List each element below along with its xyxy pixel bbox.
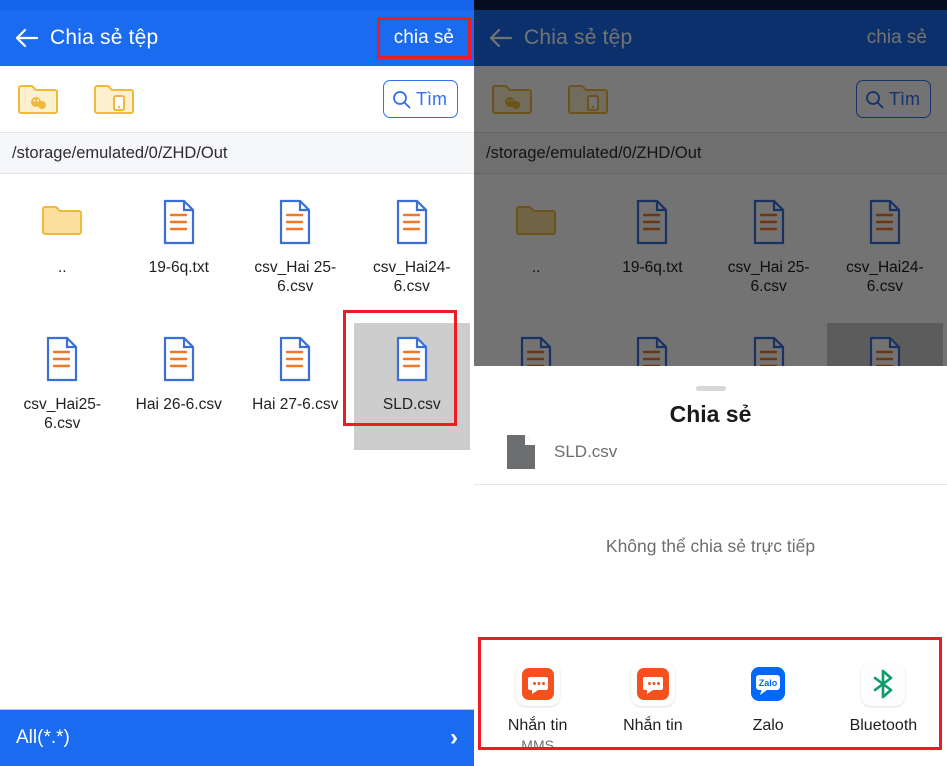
share-target-messaging[interactable]: Nhắn tin [595, 662, 710, 766]
document-icon [631, 198, 673, 246]
app-bar: Chia sẻ tệp chia sẻ [474, 10, 947, 66]
share-target-list: Nhắn tin MMS Nhắn tin Zalo Zalo Bluetoot… [474, 648, 947, 766]
file-item[interactable]: csv_Hai 25-6.csv [711, 186, 827, 313]
search-button-label: Tìm [416, 88, 447, 109]
arrow-left-icon[interactable] [488, 25, 514, 51]
right-screen: Chia sẻ tệp chia sẻ Tìm /storage/emulate… [474, 0, 947, 766]
folder-chat-icon[interactable] [16, 79, 60, 119]
share-bottom-sheet: Chia sẻ SLD.csv Không thể chia sẻ trực t… [474, 366, 947, 766]
arrow-left-icon[interactable] [14, 25, 40, 51]
file-item[interactable]: Hai 26-6.csv [121, 323, 238, 450]
file-item-selected[interactable]: SLD.csv [353, 322, 470, 450]
document-icon [158, 198, 200, 246]
share-action-button[interactable]: chia sẻ [388, 23, 460, 53]
file-item[interactable]: csv_Hai24-6.csv [827, 186, 943, 313]
share-target-bluetooth[interactable]: Bluetooth [826, 662, 941, 766]
file-type-filter-bar[interactable]: All(*.*) › [0, 709, 474, 766]
search-button-label: Tìm [889, 88, 920, 109]
file-item[interactable]: csv_Hai 25-6.csv [237, 186, 354, 313]
file-label: Hai 26-6.csv [135, 395, 222, 413]
document-icon [864, 198, 906, 246]
screenshot-root: Chia sẻ tệp chia sẻ Tìm /storage/emulate… [0, 0, 947, 766]
file-label: .. [531, 259, 541, 276]
file-item-folder-up[interactable]: .. [4, 186, 121, 313]
file-item[interactable]: 19-6q.txt [594, 186, 710, 313]
file-label: 19-6q.txt [622, 259, 683, 276]
sheet-title: Chia sẻ [669, 401, 752, 427]
folder-chat-icon[interactable] [490, 79, 534, 119]
file-label: 19-6q.txt [148, 259, 209, 276]
search-icon [865, 90, 884, 109]
chevron-right-icon[interactable]: › [450, 726, 458, 750]
file-label: .. [57, 259, 67, 276]
folder-device-icon[interactable] [92, 79, 136, 119]
shared-file-name: SLD.csv [554, 442, 618, 461]
status-bar-strip [0, 0, 474, 10]
page-title: Chia sẻ tệp [524, 26, 633, 49]
folder-icon [515, 198, 557, 246]
folder-icon [41, 198, 83, 246]
file-item[interactable]: 19-6q.txt [121, 186, 238, 313]
left-screen: Chia sẻ tệp chia sẻ Tìm /storage/emulate… [0, 0, 474, 766]
document-icon [391, 335, 433, 383]
path-breadcrumb[interactable]: /storage/emulated/0/ZHD/Out [474, 133, 947, 174]
filter-label: All(*.*) [16, 727, 70, 748]
file-label: csv_Hai24-6.csv [372, 259, 451, 296]
file-item[interactable]: csv_Hai24-6.csv [354, 186, 471, 313]
document-icon [748, 198, 790, 246]
shared-file-row: SLD.csv [474, 428, 947, 485]
share-target-label: Nhắn tin [507, 717, 568, 734]
share-target-label: Bluetooth [849, 717, 918, 734]
file-grid: .. 19-6q.txt csv_Hai 25-6.csv csv_Hai24-… [0, 174, 474, 450]
share-action-button[interactable]: chia sẻ [861, 23, 933, 53]
file-label: csv_Hai24-6.csv [846, 259, 924, 296]
messaging-icon [630, 662, 675, 706]
file-label: csv_Hai 25-6.csv [254, 259, 337, 296]
document-icon [274, 335, 316, 383]
document-icon [41, 335, 83, 383]
messaging-icon [515, 662, 560, 706]
path-breadcrumb[interactable]: /storage/emulated/0/ZHD/Out [0, 133, 474, 174]
path-text: /storage/emulated/0/ZHD/Out [12, 143, 228, 162]
app-bar: Chia sẻ tệp chia sẻ [0, 10, 474, 66]
folder-device-icon[interactable] [566, 79, 610, 119]
search-button[interactable]: Tìm [856, 80, 931, 118]
search-icon [392, 90, 411, 109]
search-button[interactable]: Tìm [383, 80, 458, 118]
share-target-sublabel: MMS [521, 737, 554, 753]
document-icon [274, 198, 316, 246]
file-item[interactable]: csv_Hai25-6.csv [4, 323, 121, 450]
toolbar: Tìm [474, 66, 947, 133]
share-target-messaging-mms[interactable]: Nhắn tin MMS [480, 662, 595, 766]
status-bar-strip [474, 0, 947, 10]
share-target-label: Zalo [752, 717, 784, 734]
path-text: /storage/emulated/0/ZHD/Out [486, 143, 702, 162]
document-icon [158, 335, 200, 383]
file-item-folder-up[interactable]: .. [478, 186, 594, 313]
file-label: Hai 27-6.csv [252, 395, 339, 413]
document-icon [506, 434, 536, 470]
zalo-icon: Zalo [746, 662, 790, 706]
toolbar: Tìm [0, 66, 474, 133]
document-icon [391, 198, 433, 246]
file-label: csv_Hai 25-6.csv [727, 259, 810, 296]
sheet-drag-handle[interactable] [695, 386, 726, 391]
file-label: SLD.csv [382, 395, 441, 413]
page-title: Chia sẻ tệp [50, 26, 159, 49]
file-label: csv_Hai25-6.csv [23, 395, 102, 433]
bluetooth-icon [861, 662, 906, 706]
share-target-zalo[interactable]: Zalo Zalo [711, 662, 826, 766]
share-status-message: Không thể chia sẻ trực tiếp [605, 536, 816, 556]
svg-text:Zalo: Zalo [759, 678, 778, 688]
share-target-label: Nhắn tin [623, 717, 683, 734]
file-item[interactable]: Hai 27-6.csv [237, 323, 354, 450]
